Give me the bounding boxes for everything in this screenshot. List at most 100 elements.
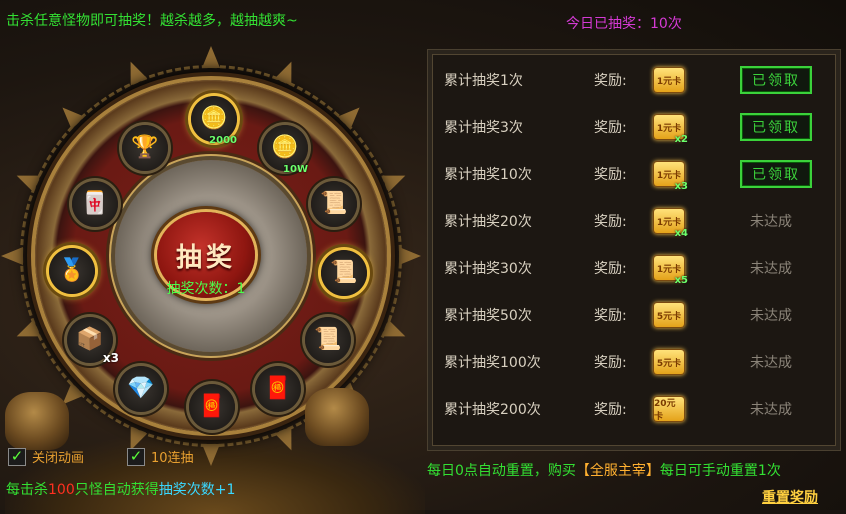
bonus-draws: 抽奖次数+1 xyxy=(158,482,236,498)
header-tip: 击杀任意怪物即可抽奖！越杀越多，越抽越爽~ xyxy=(6,13,298,29)
reward-row: 累计抽奖200次 奖励: 20元卡 未达成 xyxy=(444,389,824,429)
wheel-slot: 📜 xyxy=(311,181,357,227)
reward-row: 累计抽奖1次 奖励: 1元卡 已领取 xyxy=(444,60,824,100)
slot-quantity: 2000 xyxy=(209,135,237,146)
draw-count-label: 抽奖次数： xyxy=(166,281,237,297)
wheel-slot: 📦 x3 xyxy=(67,317,119,365)
wheel-slot: 📜 xyxy=(305,317,351,363)
card-text: 1元卡 xyxy=(656,217,682,228)
reward-row-label: 累计抽奖20次 xyxy=(444,214,532,230)
reward-row-label: 累计抽奖1次 xyxy=(444,73,523,89)
red-envelope-icon: 🧧 xyxy=(264,376,292,401)
reward-label: 奖励: xyxy=(594,214,627,230)
reset-tip-text: 每日0点自动重置，购买 xyxy=(427,463,576,479)
treasure-icon: 🏆 xyxy=(131,135,159,160)
reward-row: 累计抽奖30次 奖励: 1元卡 x5 未达成 xyxy=(444,248,824,288)
today-count-value: 10次 xyxy=(650,16,682,32)
rewards-panel: 累计抽奖1次 奖励: 1元卡 已领取 累计抽奖3次 奖励: 1元卡 x2 已领取 累计抽奖10次奖… xyxy=(427,49,841,451)
gold-ingot-icon: 🪙 xyxy=(200,106,228,131)
reward-label: 奖励: xyxy=(594,261,627,277)
reward-label: 奖励: xyxy=(594,73,627,89)
reward-label: 奖励: xyxy=(594,355,627,371)
token-icon: 🀄 xyxy=(81,191,109,216)
disable-animation-label: 关闭动画 xyxy=(32,451,85,466)
reset-tip-text: 每日可手动重置1次 xyxy=(659,463,781,479)
ten-draws-label: 10连抽 xyxy=(151,451,194,466)
scroll-icon: 📜 xyxy=(320,191,348,216)
dragon-statue-left xyxy=(5,392,69,450)
card-text: 20元卡 xyxy=(654,399,676,422)
rim-spike xyxy=(202,444,220,466)
claimed-badge[interactable]: 已领取 xyxy=(740,66,812,94)
claimed-badge[interactable]: 已领取 xyxy=(740,160,812,188)
ten-draws-checkbox[interactable]: ✓ 10连抽 xyxy=(127,447,194,466)
not-achieved-status: 未达成 xyxy=(750,308,792,324)
draw-count: 抽奖次数：1 xyxy=(147,278,265,298)
reward-row-label: 累计抽奖200次 xyxy=(444,402,541,418)
reward-row: 累计抽奖100次 奖励: 5元卡 未达成 xyxy=(444,342,824,382)
gold-ingot-icon: 🪙 xyxy=(271,135,299,160)
rmb-card-icon: 1元卡 x3 xyxy=(654,162,688,192)
kill-count: 100 xyxy=(48,482,75,498)
card-multiplier: x4 xyxy=(674,228,688,239)
reward-row-label: 累计抽奖3次 xyxy=(444,120,523,136)
card-text: 1元卡 xyxy=(656,170,682,181)
not-achieved-status: 未达成 xyxy=(750,402,792,418)
wheel-slot: 🪙 2000 xyxy=(191,96,237,146)
scroll-purple-icon: 📜 xyxy=(314,327,342,352)
rim-spike xyxy=(202,46,220,68)
wheel-slot: 🪙 10W xyxy=(262,125,308,175)
reward-label: 奖励: xyxy=(594,402,627,418)
rmb-card-icon: 1元卡 x4 xyxy=(654,209,688,239)
dragon-statue-right xyxy=(305,388,369,446)
check-icon[interactable]: ✓ xyxy=(127,447,145,466)
reward-row: 累计抽奖10次 奖励: 1元卡 x3 已领取 xyxy=(444,154,824,194)
rmb-card-icon: 5元卡 xyxy=(654,350,684,374)
card-text: 5元卡 xyxy=(656,358,682,369)
rim-spike xyxy=(399,247,421,265)
reward-row: 累计抽奖3次 奖励: 1元卡 x2 已领取 xyxy=(444,107,824,147)
reward-row-label: 累计抽奖10次 xyxy=(444,167,532,183)
disable-animation-checkbox[interactable]: ✓ 关闭动画 xyxy=(8,447,84,466)
check-icon[interactable]: ✓ xyxy=(8,447,26,466)
card-text: 1元卡 xyxy=(656,123,682,134)
vip-highlight: 【全服主宰】 xyxy=(575,463,660,479)
wheel-slot: 🏅 xyxy=(49,248,95,294)
card-multiplier: x5 xyxy=(674,275,688,286)
scroll-icon: 📜 xyxy=(330,260,358,285)
today-label: 今日已抽奖： xyxy=(566,16,650,32)
rmb-card-icon: 5元卡 xyxy=(654,303,684,327)
reset-rewards-button[interactable]: 重置奖励 xyxy=(762,487,818,507)
wheel-slot: 🀄 xyxy=(72,181,118,227)
lottery-wheel: 抽奖 抽奖次数：1 🪙 2000 🪙 10W 📜 📜 📜 🧧 🧧 💎 📦 x3 🏅 🀄 🏆 xyxy=(1,46,425,514)
book-icon: 📦 xyxy=(76,327,104,352)
rmb-card-icon: 20元卡 xyxy=(654,397,684,422)
rmb-card-icon: 1元卡 xyxy=(654,68,684,92)
claimed-badge[interactable]: 已领取 xyxy=(740,113,812,141)
not-achieved-status: 未达成 xyxy=(750,214,792,230)
reward-row: 累计抽奖20次 奖励: 1元卡 x4 未达成 xyxy=(444,201,824,241)
not-achieved-status: 未达成 xyxy=(750,355,792,371)
wheel-slot: 📜 xyxy=(321,250,367,296)
not-achieved-status: 未达成 xyxy=(750,261,792,277)
gold-badge-icon: 🏅 xyxy=(58,258,86,283)
wheel-slot: 🧧 xyxy=(255,366,301,412)
lottery-window: 击杀任意怪物即可抽奖！越杀越多，越抽越爽~ 今日已抽奖：10次 抽奖 抽奖次数：… xyxy=(0,0,846,514)
reward-row-label: 累计抽奖100次 xyxy=(444,355,541,371)
reward-row-label: 累计抽奖30次 xyxy=(444,261,532,277)
reward-row: 累计抽奖50次 奖励: 5元卡 未达成 xyxy=(444,295,824,335)
kill-bonus-tip: 每击杀100只怪自动获得抽奖次数+1 xyxy=(6,479,235,499)
reward-row-label: 累计抽奖50次 xyxy=(444,308,532,324)
wheel-slot: 🏆 xyxy=(122,125,168,171)
reward-label: 奖励: xyxy=(594,167,627,183)
wheel-slot: 🧧 xyxy=(189,384,235,430)
silver-ore-icon: 💎 xyxy=(127,376,155,401)
slot-quantity: x3 xyxy=(102,351,119,365)
rmb-card-icon: 1元卡 x2 xyxy=(654,115,688,145)
reward-label: 奖励: xyxy=(594,308,627,324)
draw-count-value: 1 xyxy=(236,281,246,297)
kill-bonus-text: 只怪自动获得 xyxy=(74,482,159,498)
rim-spike xyxy=(1,247,23,265)
wheel-slot: 💎 xyxy=(118,366,164,412)
reset-tip: 每日0点自动重置，购买【全服主宰】每日可手动重置1次 xyxy=(427,460,781,480)
